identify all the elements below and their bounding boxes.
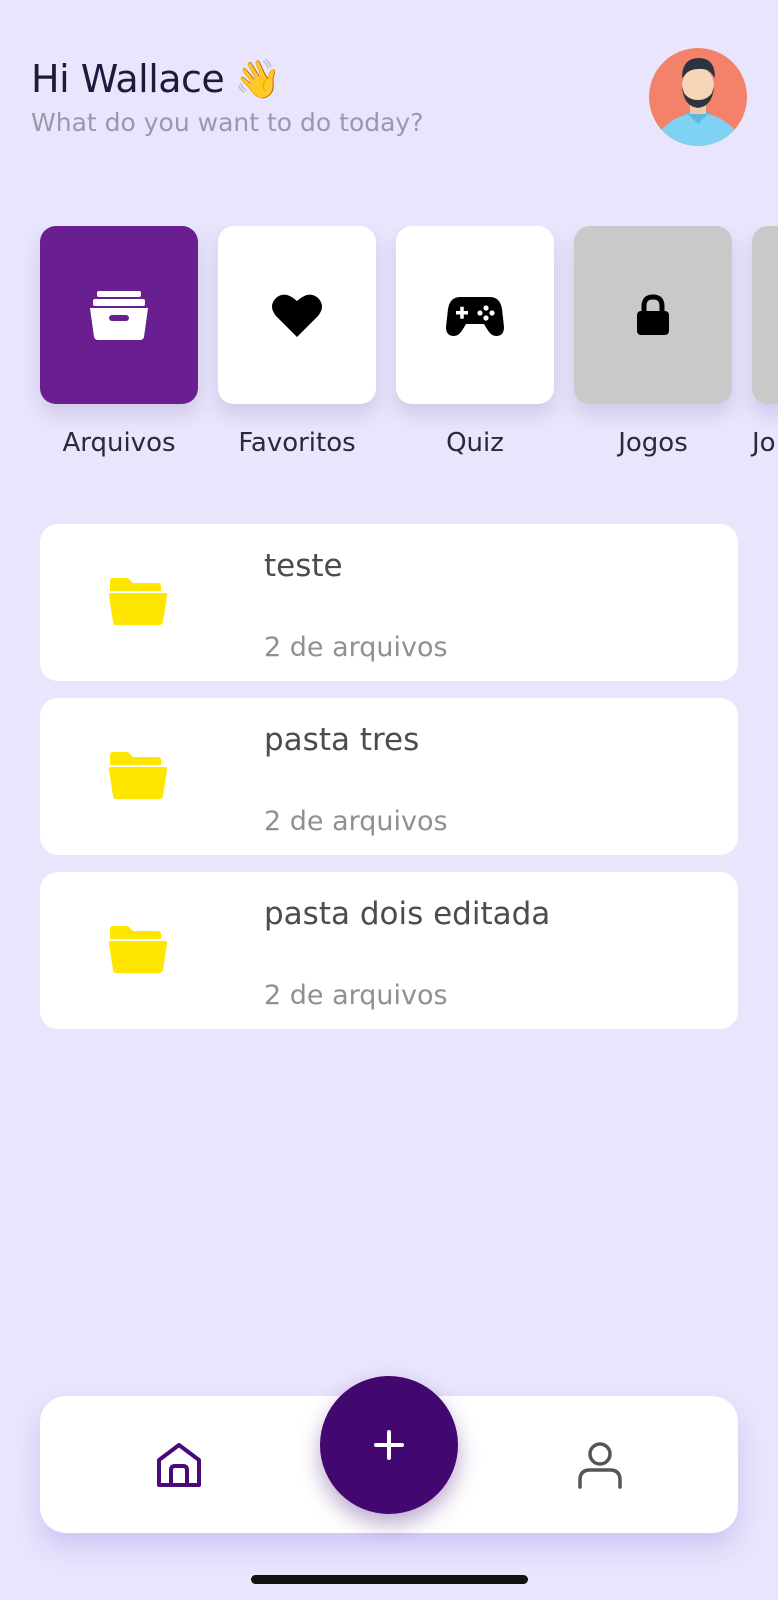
category-label: Quiz <box>446 428 504 458</box>
category-label: Arquivos <box>62 428 176 458</box>
folder-name: teste <box>264 548 343 584</box>
folder-item[interactable]: pasta dois editada 2 de arquivos <box>40 872 738 1029</box>
folder-name: pasta tres <box>264 722 420 758</box>
folder-list: teste 2 de arquivos pasta tres 2 de arqu… <box>40 524 738 1046</box>
folder-file-count: 2 de arquivos <box>264 632 448 663</box>
folder-icon <box>108 926 168 973</box>
folder-item[interactable]: teste 2 de arquivos <box>40 524 738 681</box>
home-indicator[interactable] <box>251 1575 528 1584</box>
lock-icon <box>637 294 669 335</box>
category-favoritos[interactable]: Favoritos <box>218 226 376 460</box>
category-tile[interactable] <box>40 226 198 404</box>
category-tile[interactable] <box>752 226 778 404</box>
category-quiz[interactable]: Quiz <box>396 226 554 460</box>
folder-icon <box>108 752 168 799</box>
category-jogos[interactable]: Jogos <box>574 226 732 460</box>
category-tile[interactable] <box>218 226 376 404</box>
greeting-title: Hi Wallace 👋 <box>31 56 424 102</box>
category-tile[interactable] <box>396 226 554 404</box>
avatar-person-icon <box>657 58 739 146</box>
gamepad-icon <box>446 297 504 336</box>
waving-hand-icon: 👋 <box>234 57 282 101</box>
add-button[interactable] <box>320 1376 458 1514</box>
folder-file-count: 2 de arquivos <box>264 980 448 1011</box>
folder-item[interactable]: pasta tres 2 de arquivos <box>40 698 738 855</box>
person-icon[interactable] <box>575 1440 625 1490</box>
category-tile[interactable] <box>574 226 732 404</box>
category-carousel[interactable]: Arquivos Favoritos Quiz Jogos Jo <box>0 226 778 476</box>
plus-icon <box>374 1430 404 1460</box>
folder-file-count: 2 de arquivos <box>264 806 448 837</box>
category-label: Jogos <box>618 428 688 458</box>
category-label: Favoritos <box>238 428 356 458</box>
greeting-subtitle: What do you want to do today? <box>31 108 424 137</box>
greeting-block: Hi Wallace 👋 What do you want to do toda… <box>31 56 424 138</box>
category-partial[interactable]: Jo <box>752 226 778 460</box>
archive-box-icon <box>90 291 148 340</box>
folder-icon <box>108 578 168 625</box>
avatar[interactable] <box>649 48 747 146</box>
home-icon[interactable] <box>154 1440 204 1490</box>
heart-icon <box>272 294 322 337</box>
greeting-text: Hi Wallace <box>31 57 225 101</box>
category-arquivos[interactable]: Arquivos <box>40 226 198 460</box>
category-label: Jo <box>752 428 776 458</box>
folder-name: pasta dois editada <box>264 896 551 932</box>
